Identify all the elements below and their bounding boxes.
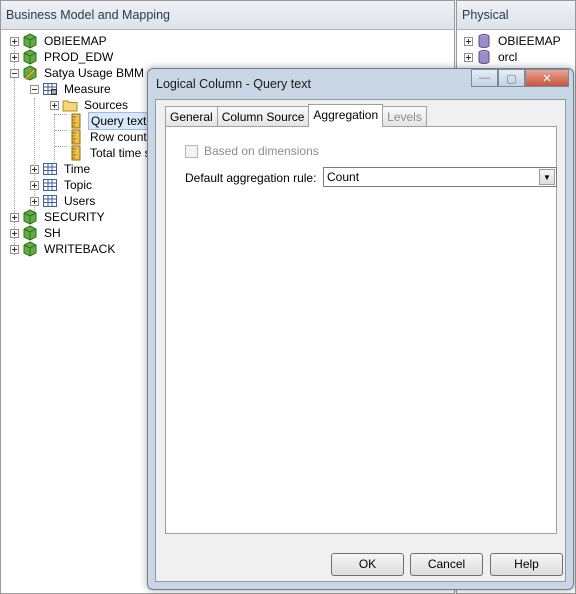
minimize-button[interactable]: — — [471, 69, 498, 87]
business-model-cube-icon — [23, 209, 37, 225]
expand-icon[interactable] — [50, 100, 59, 110]
close-button[interactable]: ✕ — [525, 69, 569, 87]
tree-item-writeback[interactable]: WRITEBACK — [10, 241, 117, 257]
physical-panel-title: Physical — [457, 1, 575, 30]
expand-icon[interactable] — [10, 212, 19, 222]
folder-icon — [62, 100, 78, 112]
collapse-icon[interactable] — [30, 84, 39, 94]
tree-item-sh[interactable]: SH — [10, 225, 63, 241]
tree-item-row-count[interactable]: Row count — [68, 129, 149, 145]
default-aggregation-rule-label: Default aggregation rule: — [185, 171, 317, 185]
tree-item-measure[interactable]: Measure — [30, 81, 113, 97]
tree-item-topic[interactable]: Topic — [30, 177, 94, 193]
business-model-panel-title: Business Model and Mapping — [1, 1, 454, 30]
ok-button[interactable]: OK — [331, 553, 404, 576]
based-on-dimensions-checkbox: Based on dimensions — [185, 144, 319, 158]
expand-icon[interactable] — [464, 52, 473, 62]
fact-table-icon — [43, 83, 57, 95]
database-icon — [478, 50, 490, 65]
tree-item-satya-usage-bmm[interactable]: Satya Usage BMM — [10, 65, 146, 81]
tab-aggregation[interactable]: Aggregation — [308, 104, 384, 127]
tab-levels: Levels — [382, 106, 427, 127]
physical-item-obieemap[interactable]: OBIEEMAP — [464, 33, 563, 49]
dialog-tabs: General Column Source Aggregation Levels — [165, 104, 427, 127]
dialog-body: General Column Source Aggregation Levels… — [155, 99, 566, 582]
expand-icon[interactable] — [30, 196, 39, 206]
chevron-down-icon[interactable]: ▼ — [539, 169, 555, 185]
collapse-icon[interactable] — [10, 68, 19, 78]
expand-icon[interactable] — [464, 36, 473, 46]
expand-icon[interactable] — [10, 244, 19, 254]
tree-item-sources[interactable]: Sources — [50, 97, 130, 113]
tree-item-obieemap[interactable]: OBIEEMAP — [10, 33, 109, 49]
close-icon: ✕ — [542, 72, 552, 85]
dialog-title: Logical Column - Query text — [156, 77, 311, 91]
tab-general[interactable]: General — [165, 106, 218, 127]
tree-item-total-time[interactable]: Total time se — [68, 145, 159, 161]
logical-column-dialog: Logical Column - Query text — ▢ ✕ Genera… — [147, 68, 574, 590]
cancel-button[interactable]: Cancel — [410, 553, 483, 576]
minimize-icon: — — [479, 72, 490, 84]
default-aggregation-rule-select[interactable]: Count ▼ — [323, 167, 557, 187]
business-model-pencil-icon — [23, 65, 37, 81]
business-model-cube-icon — [23, 241, 37, 257]
dimension-table-icon — [43, 163, 57, 175]
expand-icon[interactable] — [30, 180, 39, 190]
measure-column-icon — [71, 129, 81, 145]
selected-value: Count — [327, 170, 360, 184]
expand-icon[interactable] — [10, 228, 19, 238]
aggregation-tab-pane: Based on dimensions Default aggregation … — [165, 126, 557, 534]
tree-item-query-text[interactable]: Query text — [68, 112, 150, 130]
expand-icon[interactable] — [10, 52, 19, 62]
business-model-cube-icon — [23, 33, 37, 49]
measure-column-icon — [71, 145, 81, 161]
dimension-table-icon — [43, 195, 57, 207]
dimension-table-icon — [43, 179, 57, 191]
business-model-cube-icon — [23, 225, 37, 241]
help-button[interactable]: Help — [490, 553, 563, 576]
tree-item-users[interactable]: Users — [30, 193, 97, 209]
tab-column-source[interactable]: Column Source — [216, 106, 310, 127]
tree-item-time[interactable]: Time — [30, 161, 92, 177]
tree-item-prod-edw[interactable]: PROD_EDW — [10, 49, 115, 65]
expand-icon[interactable] — [30, 164, 39, 174]
window-controls: — ▢ ✕ — [471, 69, 569, 87]
checkbox-box — [185, 144, 198, 158]
business-model-cube-icon — [23, 49, 37, 65]
measure-column-icon — [71, 113, 81, 129]
physical-item-orcl[interactable]: orcl — [464, 49, 519, 65]
maximize-button[interactable]: ▢ — [498, 69, 525, 87]
maximize-icon: ▢ — [506, 72, 517, 85]
tree-item-security[interactable]: SECURITY — [10, 209, 107, 225]
based-on-dimensions-label: Based on dimensions — [204, 144, 319, 158]
database-icon — [478, 34, 490, 49]
expand-icon[interactable] — [10, 36, 19, 46]
